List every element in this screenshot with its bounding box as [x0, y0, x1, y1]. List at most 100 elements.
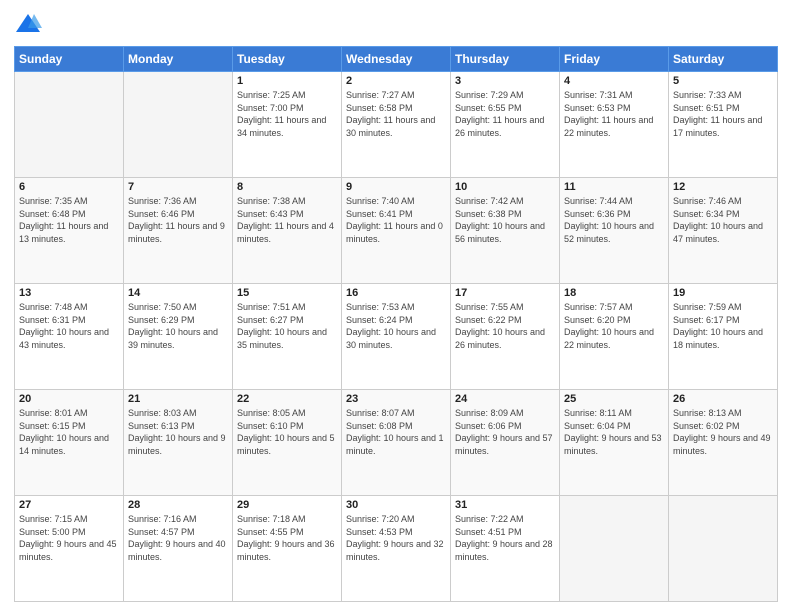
day-info: Sunrise: 7:15 AM Sunset: 5:00 PM Dayligh… — [19, 513, 119, 563]
calendar-day-cell: 28 Sunrise: 7:16 AM Sunset: 4:57 PM Dayli… — [124, 496, 233, 602]
calendar-day-cell: 9Sunrise: 7:40 AM Sunset: 6:41 PM Daylig… — [342, 178, 451, 284]
day-number: 15 — [237, 287, 337, 299]
day-info: Sunrise: 7:18 AM Sunset: 4:55 PM Dayligh… — [237, 513, 337, 563]
page: SundayMondayTuesdayWednesdayThursdayFrid… — [0, 0, 792, 612]
day-info: Sunrise: 7:55 AM Sunset: 6:22 PM Dayligh… — [455, 301, 555, 351]
day-number: 10 — [455, 181, 555, 193]
day-info: Sunrise: 7:36 AM Sunset: 6:46 PM Dayligh… — [128, 195, 228, 245]
day-info: Sunrise: 8:07 AM Sunset: 6:08 PM Dayligh… — [346, 407, 446, 457]
day-number: 19 — [673, 287, 773, 299]
day-number: 25 — [564, 393, 664, 405]
day-info: Sunrise: 7:35 AM Sunset: 6:48 PM Dayligh… — [19, 195, 119, 245]
header — [14, 10, 778, 38]
calendar-table: SundayMondayTuesdayWednesdayThursdayFrid… — [14, 46, 778, 602]
day-info: Sunrise: 8:11 AM Sunset: 6:04 PM Dayligh… — [564, 407, 664, 457]
calendar-day-cell: 11 Sunrise: 7:44 AM Sunset: 6:36 PM Dayli… — [560, 178, 669, 284]
day-info: Sunrise: 8:03 AM Sunset: 6:13 PM Dayligh… — [128, 407, 228, 457]
calendar-day-cell: 24 Sunrise: 8:09 AM Sunset: 6:06 PM Dayli… — [451, 390, 560, 496]
calendar-day-cell: 26 Sunrise: 8:13 AM Sunset: 6:02 PM Dayli… — [669, 390, 778, 496]
calendar-day-cell: 18 Sunrise: 7:57 AM Sunset: 6:20 PM Dayli… — [560, 284, 669, 390]
day-number: 13 — [19, 287, 119, 299]
day-info: Sunrise: 7:46 AM Sunset: 6:34 PM Dayligh… — [673, 195, 773, 245]
day-info: Sunrise: 7:50 AM Sunset: 6:29 PM Dayligh… — [128, 301, 228, 351]
day-number: 30 — [346, 499, 446, 511]
day-info: Sunrise: 7:44 AM Sunset: 6:36 PM Dayligh… — [564, 195, 664, 245]
calendar-day-cell: 15 Sunrise: 7:51 AM Sunset: 6:27 PM Dayli… — [233, 284, 342, 390]
calendar-day-cell: 13 Sunrise: 7:48 AM Sunset: 6:31 PM Dayli… — [15, 284, 124, 390]
day-info: Sunrise: 7:20 AM Sunset: 4:53 PM Dayligh… — [346, 513, 446, 563]
calendar-day-cell: 17Sunrise: 7:55 AM Sunset: 6:22 PM Dayli… — [451, 284, 560, 390]
day-number: 21 — [128, 393, 228, 405]
calendar-day-cell: 30 Sunrise: 7:20 AM Sunset: 4:53 PM Dayli… — [342, 496, 451, 602]
weekday-cell: Saturday — [669, 47, 778, 72]
day-number: 11 — [564, 181, 664, 193]
weekday-cell: Thursday — [451, 47, 560, 72]
calendar-day-cell: 1 Sunrise: 7:25 AM Sunset: 7:00 PM Daylig… — [233, 72, 342, 178]
day-number: 8 — [237, 181, 337, 193]
calendar-day-cell — [15, 72, 124, 178]
calendar-day-cell — [560, 496, 669, 602]
calendar-day-cell — [669, 496, 778, 602]
calendar-day-cell: 12 Sunrise: 7:46 AM Sunset: 6:34 PM Dayli… — [669, 178, 778, 284]
weekday-cell: Sunday — [15, 47, 124, 72]
weekday-cell: Friday — [560, 47, 669, 72]
day-info: Sunrise: 8:13 AM Sunset: 6:02 PM Dayligh… — [673, 407, 773, 457]
day-info: Sunrise: 7:29 AM Sunset: 6:55 PM Dayligh… — [455, 89, 555, 139]
day-number: 24 — [455, 393, 555, 405]
day-number: 28 — [128, 499, 228, 511]
calendar-week-row: 13 Sunrise: 7:48 AM Sunset: 6:31 PM Dayli… — [15, 284, 778, 390]
calendar-day-cell: 21 Sunrise: 8:03 AM Sunset: 6:13 PM Dayli… — [124, 390, 233, 496]
calendar-day-cell: 23Sunrise: 8:07 AM Sunset: 6:08 PM Dayli… — [342, 390, 451, 496]
day-number: 18 — [564, 287, 664, 299]
weekday-cell: Monday — [124, 47, 233, 72]
day-info: Sunrise: 7:53 AM Sunset: 6:24 PM Dayligh… — [346, 301, 446, 351]
day-info: Sunrise: 7:42 AM Sunset: 6:38 PM Dayligh… — [455, 195, 555, 245]
calendar-day-cell: 3 Sunrise: 7:29 AM Sunset: 6:55 PM Daylig… — [451, 72, 560, 178]
calendar-day-cell: 31Sunrise: 7:22 AM Sunset: 4:51 PM Dayli… — [451, 496, 560, 602]
weekday-header-row: SundayMondayTuesdayWednesdayThursdayFrid… — [15, 47, 778, 72]
weekday-cell: Wednesday — [342, 47, 451, 72]
calendar-week-row: 1 Sunrise: 7:25 AM Sunset: 7:00 PM Daylig… — [15, 72, 778, 178]
day-info: Sunrise: 8:09 AM Sunset: 6:06 PM Dayligh… — [455, 407, 555, 457]
day-number: 5 — [673, 75, 773, 87]
day-info: Sunrise: 7:38 AM Sunset: 6:43 PM Dayligh… — [237, 195, 337, 245]
calendar-day-cell — [124, 72, 233, 178]
day-info: Sunrise: 7:33 AM Sunset: 6:51 PM Dayligh… — [673, 89, 773, 139]
day-number: 12 — [673, 181, 773, 193]
calendar-day-cell: 5 Sunrise: 7:33 AM Sunset: 6:51 PM Daylig… — [669, 72, 778, 178]
day-info: Sunrise: 7:48 AM Sunset: 6:31 PM Dayligh… — [19, 301, 119, 351]
day-number: 16 — [346, 287, 446, 299]
day-info: Sunrise: 7:16 AM Sunset: 4:57 PM Dayligh… — [128, 513, 228, 563]
day-info: Sunrise: 7:57 AM Sunset: 6:20 PM Dayligh… — [564, 301, 664, 351]
day-info: Sunrise: 7:25 AM Sunset: 7:00 PM Dayligh… — [237, 89, 337, 139]
day-number: 6 — [19, 181, 119, 193]
calendar-day-cell: 14 Sunrise: 7:50 AM Sunset: 6:29 PM Dayli… — [124, 284, 233, 390]
weekday-cell: Tuesday — [233, 47, 342, 72]
calendar-day-cell: 7 Sunrise: 7:36 AM Sunset: 6:46 PM Daylig… — [124, 178, 233, 284]
day-number: 31 — [455, 499, 555, 511]
logo — [14, 10, 46, 38]
day-number: 9 — [346, 181, 446, 193]
day-info: Sunrise: 7:31 AM Sunset: 6:53 PM Dayligh… — [564, 89, 664, 139]
day-number: 29 — [237, 499, 337, 511]
calendar-week-row: 20Sunrise: 8:01 AM Sunset: 6:15 PM Dayli… — [15, 390, 778, 496]
calendar-week-row: 6 Sunrise: 7:35 AM Sunset: 6:48 PM Daylig… — [15, 178, 778, 284]
calendar-day-cell: 4Sunrise: 7:31 AM Sunset: 6:53 PM Daylig… — [560, 72, 669, 178]
day-number: 14 — [128, 287, 228, 299]
calendar-week-row: 27Sunrise: 7:15 AM Sunset: 5:00 PM Dayli… — [15, 496, 778, 602]
day-info: Sunrise: 7:27 AM Sunset: 6:58 PM Dayligh… — [346, 89, 446, 139]
day-info: Sunrise: 8:05 AM Sunset: 6:10 PM Dayligh… — [237, 407, 337, 457]
calendar-day-cell: 27Sunrise: 7:15 AM Sunset: 5:00 PM Dayli… — [15, 496, 124, 602]
logo-icon — [14, 10, 42, 38]
day-info: Sunrise: 7:51 AM Sunset: 6:27 PM Dayligh… — [237, 301, 337, 351]
day-number: 7 — [128, 181, 228, 193]
calendar-day-cell: 20Sunrise: 8:01 AM Sunset: 6:15 PM Dayli… — [15, 390, 124, 496]
day-number: 3 — [455, 75, 555, 87]
day-number: 20 — [19, 393, 119, 405]
day-number: 2 — [346, 75, 446, 87]
day-number: 26 — [673, 393, 773, 405]
calendar-day-cell: 25 Sunrise: 8:11 AM Sunset: 6:04 PM Dayli… — [560, 390, 669, 496]
calendar-body: 1 Sunrise: 7:25 AM Sunset: 7:00 PM Daylig… — [15, 72, 778, 602]
calendar-day-cell: 6 Sunrise: 7:35 AM Sunset: 6:48 PM Daylig… — [15, 178, 124, 284]
day-number: 1 — [237, 75, 337, 87]
